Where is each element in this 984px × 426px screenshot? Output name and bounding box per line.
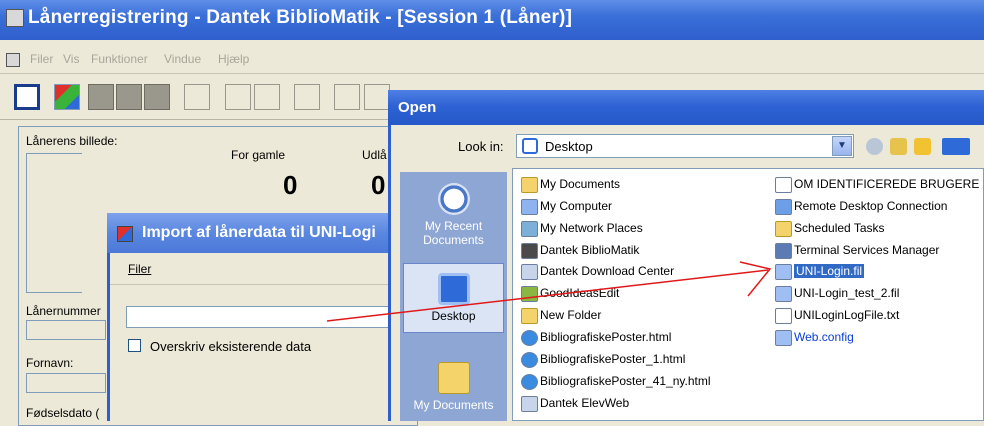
up-folder-icon[interactable] [890,138,907,155]
menu-filer[interactable]: Filer [30,52,53,66]
new-folder-icon[interactable] [914,138,931,155]
birthdate-label: Fødselsdato ( [26,406,100,420]
overwrite-checkbox-label: Overskriv eksisterende data [150,339,312,354]
place-recent-documents[interactable]: My Recent Documents [403,183,504,247]
main-window-title: Lånerregistrering - Dantek BiblioMatik -… [0,0,984,40]
file-item[interactable]: My Documents [521,176,620,198]
delete-button[interactable] [225,84,251,110]
add-borrower-button[interactable] [54,84,80,110]
menu-vindue[interactable]: Vindue [164,52,201,66]
place-desktop[interactable]: Desktop [403,263,504,333]
place-my-documents[interactable]: My Documents [403,362,504,412]
file-item[interactable]: Terminal Services Manager [775,242,939,264]
menu-funktioner[interactable]: Funktioner [91,52,148,66]
key-button[interactable] [334,84,360,110]
file-item[interactable]: My Network Places [521,220,643,242]
menu-vis[interactable]: Vis [63,52,79,66]
import-menu-filer[interactable]: Filer [128,262,151,276]
undo-button[interactable] [254,84,280,110]
file-item-label: UNI-Login.fil [794,264,865,278]
col1-label: For gamle [231,148,286,162]
menu-hjaelp[interactable]: Hjælp [218,52,249,66]
toolbar-button-12[interactable] [364,84,390,110]
loan-count-value: 0 [371,170,386,200]
toolbar-button-3[interactable] [88,84,114,110]
photo-label: Lånerens billede: [26,134,118,148]
file-item[interactable]: Scheduled Tasks [775,220,885,242]
borrower-number-label: Lånernummer [26,304,101,318]
file-item[interactable]: BibliografiskePoster.html [521,329,671,351]
recent-documents-icon [437,183,470,215]
file-item-selected[interactable]: UNI-Login.fil [775,263,865,285]
import-dialog-title: Import af lånerdata til UNI-Logi [107,213,397,253]
app-icon[interactable] [6,9,24,27]
views-menu-icon[interactable] [942,138,970,155]
file-item[interactable]: Web.config [775,329,854,351]
import-file-path-input[interactable] [126,306,397,328]
my-documents-icon [437,362,470,394]
toolbar-button-4[interactable] [116,84,142,110]
file-item[interactable]: Remote Desktop Connection [775,198,947,220]
import-app-icon[interactable] [117,226,133,242]
open-dialog-title: Open [388,90,984,125]
file-item[interactable]: My Computer [521,198,612,220]
look-in-label: Look in: [458,139,504,154]
file-item[interactable]: UNILoginLogFile.txt [775,307,899,329]
import-menubar [110,253,397,285]
file-item[interactable]: BibliografiskePoster_1.html [521,351,685,373]
firstname-label: Fornavn: [26,356,74,370]
file-item[interactable]: Dantek BiblioMatik [521,242,639,264]
look-in-dropdown[interactable]: Desktop [516,134,854,158]
file-item[interactable]: BibliografiskePoster_41_ny.html [521,373,711,395]
back-icon[interactable] [866,138,883,155]
col2-label: Udlå [362,148,387,162]
overwrite-checkbox[interactable] [128,339,141,352]
desktop-icon [437,273,470,305]
place-label: My Recent Documents [423,219,484,247]
desktop-small-icon [522,138,538,154]
file-item[interactable]: GoodIdeasEdit [521,285,619,307]
place-label: Desktop [431,309,476,323]
chevron-down-icon[interactable]: ▼ [832,136,852,156]
document-icon[interactable] [6,53,20,67]
firstname-field[interactable] [26,373,106,393]
borrower-number-field[interactable] [26,320,106,340]
file-item[interactable]: Dantek ElevWeb [521,395,629,417]
old-count-value: 0 [283,170,298,200]
new-window-button[interactable] [14,84,40,110]
toolbar-button-5[interactable] [144,84,170,110]
borrower-photo [26,153,82,293]
save-button[interactable] [184,84,210,110]
place-label: My Documents [413,398,494,412]
properties-button[interactable] [294,84,320,110]
file-item[interactable]: UNI-Login_test_2.fil [775,285,899,307]
file-item[interactable]: New Folder [521,307,601,329]
file-item[interactable]: OM IDENTIFICEREDE BRUGERE [775,176,979,198]
file-item[interactable]: Dantek Download Center [521,263,674,285]
